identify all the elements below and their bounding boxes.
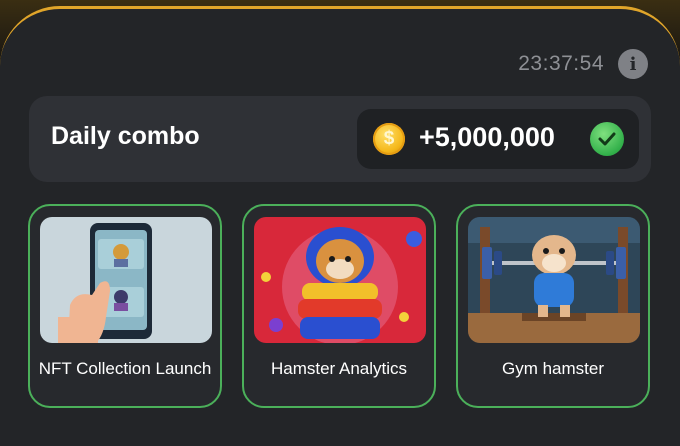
card-label: Gym hamster	[501, 359, 605, 378]
card-label: NFT Collection Launch	[38, 359, 212, 378]
checkmark-icon	[590, 122, 624, 156]
daily-combo-bar: Daily combo $ +5,000,000	[29, 96, 651, 182]
reward-amount: +5,000,000	[419, 122, 555, 152]
combo-card-hamster-analytics[interactable]: Hamster Analytics	[242, 204, 436, 408]
countdown-timer: 23:37:54	[518, 52, 604, 75]
card-label: Hamster Analytics	[270, 359, 408, 378]
combo-card-nft-collection-launch[interactable]: NFT Collection Launch	[28, 204, 222, 408]
hamster-puffer-jacket-illustration	[254, 217, 426, 343]
hamster-weightlifting-illustration	[468, 217, 640, 343]
combo-card-gym-hamster[interactable]: Gym hamster	[456, 204, 650, 408]
reward-pill: $ +5,000,000	[357, 109, 639, 169]
daily-combo-title: Daily combo	[51, 122, 200, 150]
coin-icon: $	[373, 123, 405, 155]
phone-nft-illustration	[40, 217, 212, 343]
info-icon[interactable]: i	[618, 49, 648, 79]
